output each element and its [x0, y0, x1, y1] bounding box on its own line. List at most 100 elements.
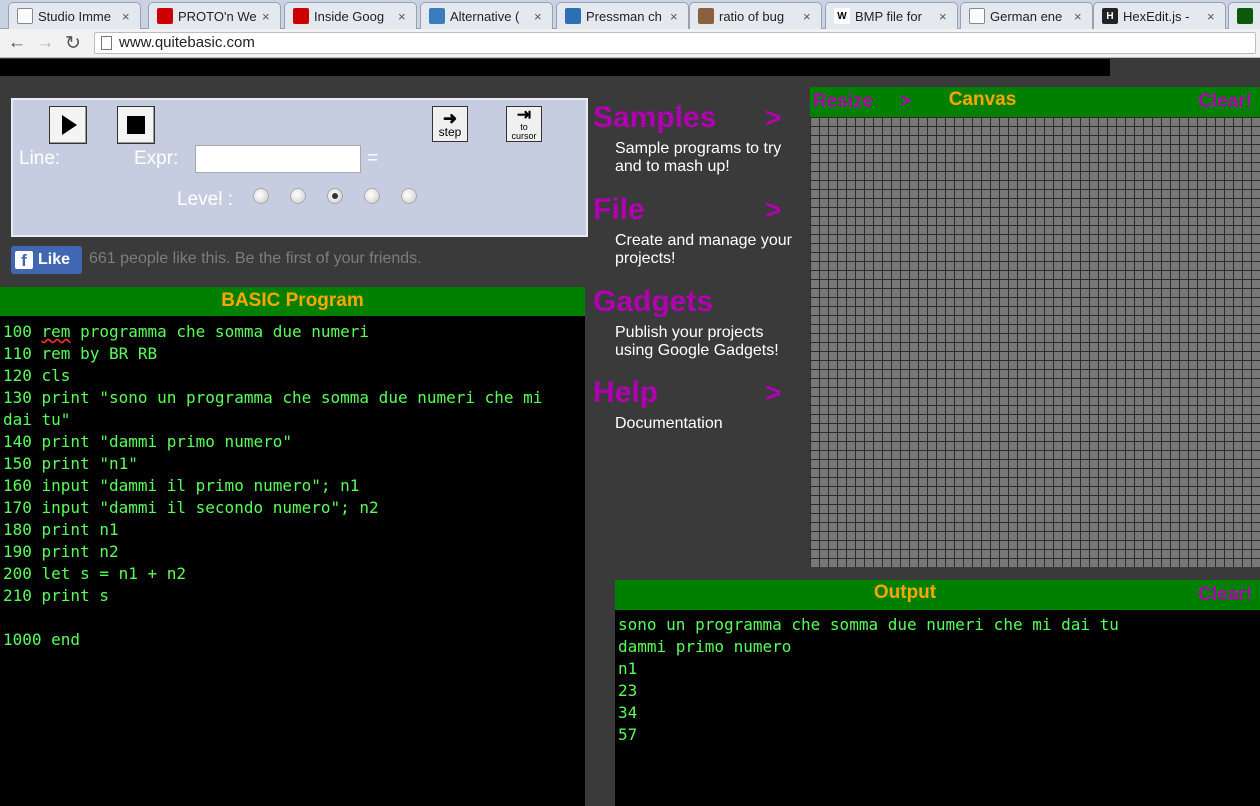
- level-radio-3[interactable]: [327, 188, 343, 204]
- code-line-text: 210 print s: [3, 586, 109, 605]
- browser-tab[interactable]: PROTO'n We ×: [148, 2, 281, 29]
- menu-help-desc: Documentation: [615, 415, 723, 432]
- stop-button[interactable]: [117, 106, 155, 144]
- code-line-text: 140 print "dammi primo numero": [3, 432, 292, 451]
- level-radio-5[interactable]: [401, 188, 417, 204]
- line-label: Line:: [19, 148, 61, 169]
- facebook-like-button[interactable]: f Like: [11, 246, 82, 274]
- youtube-icon: [157, 8, 173, 24]
- browser-tab[interactable]: German ene ×: [960, 2, 1093, 29]
- code-line: 200 let s = n1 + n2: [3, 563, 573, 585]
- close-icon[interactable]: ×: [1207, 9, 1219, 24]
- browser-toolbar: ← → ↻ www.quitebasic.com: [0, 29, 1260, 58]
- step-button[interactable]: ➜ step: [432, 106, 468, 142]
- menu-help-title[interactable]: Help: [593, 377, 658, 409]
- code-line: 170 input "dammi il secondo numero"; n2: [3, 497, 573, 519]
- browser-tab-title: PROTO'n We: [178, 8, 257, 24]
- robot-icon: [565, 8, 581, 24]
- page-icon: [969, 8, 985, 24]
- browser-tab[interactable]: Inside Goog ×: [284, 2, 417, 29]
- like-button-label: Like: [38, 251, 71, 268]
- browser-tab[interactable]: [1228, 2, 1260, 29]
- browser-tab-title: Alternative (: [450, 8, 520, 24]
- close-icon[interactable]: ×: [534, 9, 546, 24]
- browser-tab[interactable]: Alternative ( ×: [420, 2, 553, 29]
- browser-tab[interactable]: Studio Imme ×: [8, 2, 141, 29]
- code-line-text: 170 input "dammi il secondo numero"; n2: [3, 498, 379, 517]
- close-icon[interactable]: ×: [1074, 9, 1086, 24]
- address-bar[interactable]: www.quitebasic.com: [94, 32, 1256, 54]
- code-line: 150 print "n1": [3, 453, 573, 475]
- to-cursor-label-bottom: cursor: [511, 131, 537, 141]
- expression-input[interactable]: [195, 145, 361, 173]
- code-line-text: 130 print "sono un programma che somma d…: [3, 388, 553, 429]
- level-radio-1[interactable]: [253, 188, 269, 204]
- code-line-text: 180 print n1: [3, 520, 119, 539]
- run-button[interactable]: [49, 106, 87, 144]
- code-line: 180 print n1: [3, 519, 573, 541]
- menu-samples-title[interactable]: Samples: [593, 102, 716, 134]
- browser-tab[interactable]: ratio of bug ×: [689, 2, 822, 29]
- to-cursor-arrow-icon: ⇥: [516, 105, 532, 124]
- step-button-label: step: [438, 124, 462, 139]
- browser-tab[interactable]: H HexEdit.js - ×: [1093, 2, 1226, 29]
- browser-tab-title: German ene: [990, 8, 1063, 24]
- close-icon[interactable]: ×: [670, 9, 682, 24]
- program-panel-header: BASIC Program: [0, 287, 585, 316]
- code-line-text: 100: [3, 322, 42, 341]
- close-icon[interactable]: ×: [122, 9, 134, 24]
- close-icon[interactable]: ×: [398, 9, 410, 24]
- program-panel-title: BASIC Program: [221, 290, 364, 311]
- menu-gadgets-title[interactable]: Gadgets: [593, 286, 713, 318]
- code-line-text: 190 print n2: [3, 542, 119, 561]
- output-console[interactable]: sono un programma che somma due numeri c…: [615, 610, 1260, 806]
- output-panel-title: Output: [873, 582, 937, 603]
- browser-tab-title: Pressman ch: [586, 8, 662, 24]
- reload-icon[interactable]: ↻: [62, 32, 84, 54]
- output-line: n1: [618, 659, 638, 678]
- code-line: 140 print "dammi primo numero": [3, 431, 573, 453]
- output-line: sono un programma che somma due numeri c…: [618, 615, 1119, 634]
- close-icon[interactable]: ×: [803, 9, 815, 24]
- code-line-text: 150 print "n1": [3, 454, 138, 473]
- level-radio-4[interactable]: [364, 188, 380, 204]
- output-line: 57: [618, 725, 638, 744]
- program-code[interactable]: 100 rem programma che somma due numeri 11…: [3, 321, 573, 651]
- browser-tab-title: BMP file for: [855, 8, 922, 24]
- program-editor[interactable]: 100 rem programma che somma due numeri 11…: [0, 316, 585, 806]
- browser-tab-title: Studio Imme: [38, 8, 111, 24]
- hexedit-icon: H: [1102, 8, 1118, 24]
- browser-tab-title: Inside Goog: [314, 8, 385, 24]
- code-line: 120 cls: [3, 365, 573, 387]
- page-icon: [17, 8, 33, 24]
- close-icon[interactable]: ×: [939, 9, 951, 24]
- close-icon[interactable]: ×: [262, 9, 274, 24]
- level-label: Level :: [177, 189, 233, 210]
- code-line-text: 120 cls: [3, 366, 71, 385]
- page-icon: [101, 36, 112, 50]
- code-line-text: 200 let s = n1 + n2: [3, 564, 187, 583]
- forward-arrow-icon[interactable]: →: [34, 32, 56, 54]
- back-arrow-icon[interactable]: ←: [6, 32, 28, 54]
- level-radio-2[interactable]: [290, 188, 306, 204]
- canvas-clear-button[interactable]: Clear!: [1198, 89, 1252, 115]
- browser-tab-strip: Studio Imme × PROTO'n We × Inside Goog × Alter…: [0, 0, 1260, 29]
- play-icon: [62, 115, 77, 135]
- canvas-panel-title: Canvas: [948, 89, 1017, 110]
- browser-tab[interactable]: Pressman ch ×: [556, 2, 689, 29]
- code-line-text: 110 rem by BR RB: [3, 344, 158, 363]
- step-to-cursor-button[interactable]: ⇥ to cursor: [506, 106, 542, 142]
- code-line: 210 print s: [3, 585, 573, 607]
- output-line: 34: [618, 703, 638, 722]
- code-line: 110 rem by BR RB: [3, 343, 573, 365]
- browser-tab[interactable]: W BMP file for ×: [825, 2, 958, 29]
- debugger-panel: ➜ step ⇥ to cursor Line: Expr: = Level :: [11, 98, 588, 237]
- drawing-canvas[interactable]: [810, 117, 1260, 567]
- menu-samples-arrow[interactable]: >: [765, 102, 781, 134]
- menu-file-title[interactable]: File: [593, 194, 645, 226]
- wikipedia-icon: W: [834, 8, 850, 24]
- menu-file-arrow[interactable]: >: [765, 194, 781, 226]
- output-clear-button[interactable]: Clear!: [1198, 582, 1252, 608]
- menu-samples-desc: Sample programs to try and to mash up!: [615, 140, 782, 175]
- menu-help-arrow[interactable]: >: [765, 377, 781, 409]
